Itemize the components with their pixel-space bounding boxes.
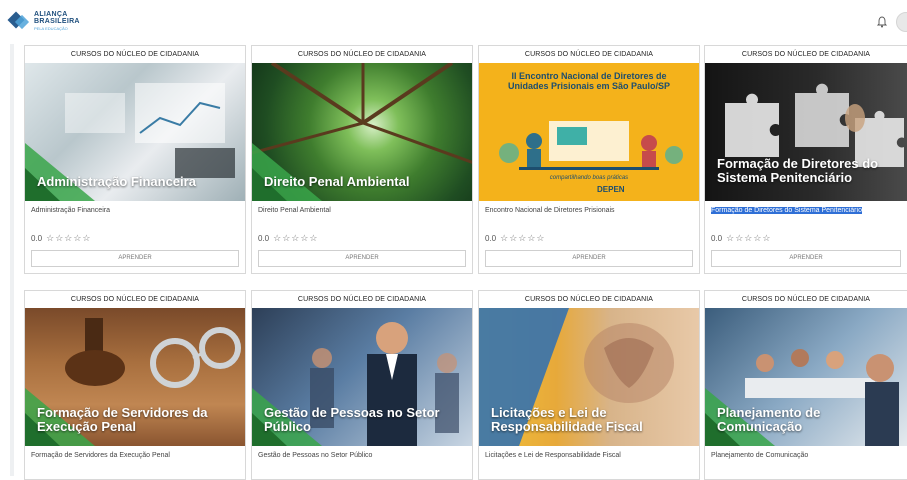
course-card: CURSOS DO NÚCLEO DE CIDADANIA II Encontr…: [478, 45, 700, 274]
learn-button[interactable]: APRENDER: [31, 250, 239, 267]
learn-button[interactable]: APRENDER: [258, 250, 466, 267]
left-scroll-track: [10, 44, 14, 476]
course-name[interactable]: Licitações e Lei de Responsabilidade Fis…: [479, 446, 699, 476]
course-image[interactable]: Planejamento de Comunicação: [705, 308, 907, 446]
depen-logo: DEPEN: [597, 185, 625, 194]
course-card: CURSOS DO NÚCLEO DE CIDADANIA Planejamen…: [704, 290, 907, 480]
rating: 0.0 ☆☆☆☆☆: [479, 231, 699, 245]
brand-logo[interactable]: ALIANÇA BRASILEIRA PELA EDUCAÇÃO: [7, 10, 80, 32]
course-overlay-title: Formação de Diretores do Sistema Peniten…: [717, 156, 879, 185]
rating-value: 0.0: [31, 233, 43, 243]
course-name[interactable]: Administração Financeira: [25, 201, 245, 231]
course-image[interactable]: Administração Financeira: [25, 63, 245, 201]
top-bar: ALIANÇA BRASILEIRA PELA EDUCAÇÃO: [0, 0, 907, 40]
course-image[interactable]: Gestão de Pessoas no Setor Público: [252, 308, 472, 446]
rating: 0.0 ☆☆☆☆☆: [705, 231, 907, 245]
course-card: CURSOS DO NÚCLEO DE CIDADANIA Formação d…: [24, 290, 246, 480]
logo-text: ALIANÇA BRASILEIRA PELA EDUCAÇÃO: [34, 10, 80, 31]
card-header: CURSOS DO NÚCLEO DE CIDADANIA: [70, 51, 200, 58]
star-rating-icon[interactable]: ☆☆☆☆☆: [726, 233, 771, 244]
card-header: CURSOS DO NÚCLEO DE CIDADANIA: [741, 296, 871, 303]
course-name[interactable]: Formação de Servidores da Execução Penal: [25, 446, 245, 476]
course-name[interactable]: Formação de Diretores do Sistema Peniten…: [705, 201, 907, 231]
course-name[interactable]: Direito Penal Ambiental: [252, 201, 472, 231]
rating-value: 0.0: [711, 233, 723, 243]
course-card: CURSOS DO NÚCLEO DE CIDADANIA Gestão de …: [251, 290, 473, 480]
course-image[interactable]: Direito Penal Ambiental: [252, 63, 472, 201]
course-image[interactable]: Formação de Diretores do Sistema Peniten…: [705, 63, 907, 201]
card-header: CURSOS DO NÚCLEO DE CIDADANIA: [297, 296, 427, 303]
course-name[interactable]: Gestão de Pessoas no Setor Público: [252, 446, 472, 476]
rating: 0.0 ☆☆☆☆☆: [25, 231, 245, 245]
course-image[interactable]: II Encontro Nacional de Diretores de Uni…: [479, 63, 699, 201]
rating-value: 0.0: [258, 233, 270, 243]
course-name-selected[interactable]: Formação de Diretores do Sistema Peniten…: [711, 207, 862, 214]
card-header: CURSOS DO NÚCLEO DE CIDADANIA: [741, 51, 871, 58]
star-rating-icon[interactable]: ☆☆☆☆☆: [46, 233, 91, 244]
course-overlay-title: Formação de Servidores da Execução Penal: [37, 405, 208, 434]
avatar[interactable]: [896, 12, 907, 32]
course-card: CURSOS DO NÚCLEO DE CIDADANIA Licitações…: [478, 290, 700, 480]
course-image[interactable]: Formação de Servidores da Execução Penal: [25, 308, 245, 446]
subtitle: compartilhando boas práticas: [549, 175, 629, 181]
card-header: CURSOS DO NÚCLEO DE CIDADANIA: [70, 296, 200, 303]
logo-icon: [7, 10, 30, 32]
course-overlay-title: Licitações e Lei de Responsabilidade Fis…: [491, 405, 643, 434]
star-rating-icon[interactable]: ☆☆☆☆☆: [500, 233, 545, 244]
bell-icon[interactable]: [877, 16, 887, 28]
rating-value: 0.0: [485, 233, 497, 243]
course-name[interactable]: Encontro Nacional de Diretores Prisionai…: [479, 201, 699, 231]
card-header: CURSOS DO NÚCLEO DE CIDADANIA: [524, 296, 654, 303]
course-image[interactable]: Licitações e Lei de Responsabilidade Fis…: [479, 308, 699, 446]
learn-button[interactable]: APRENDER: [711, 250, 901, 267]
learn-button[interactable]: APRENDER: [485, 250, 693, 267]
course-name[interactable]: Planejamento de Comunicação: [705, 446, 907, 476]
course-overlay-title: Direito Penal Ambiental: [264, 174, 410, 189]
course-card: CURSOS DO NÚCLEO DE CIDADANIA Formação d…: [704, 45, 907, 274]
course-overlay-title: Planejamento de Comunicação: [717, 405, 821, 434]
course-card: CURSOS DO NÚCLEO DE CIDADANIA Direito Pe…: [251, 45, 473, 274]
course-overlay-title: Gestão de Pessoas no Setor Público: [264, 405, 440, 434]
course-overlay-title: Administração Financeira: [37, 174, 196, 189]
course-card: CURSOS DO NÚCLEO DE CIDADANIA Administra…: [24, 45, 246, 274]
star-rating-icon[interactable]: ☆☆☆☆☆: [273, 233, 318, 244]
card-header: CURSOS DO NÚCLEO DE CIDADANIA: [297, 51, 427, 58]
rating: 0.0 ☆☆☆☆☆: [252, 231, 472, 245]
card-header: CURSOS DO NÚCLEO DE CIDADANIA: [524, 51, 654, 58]
